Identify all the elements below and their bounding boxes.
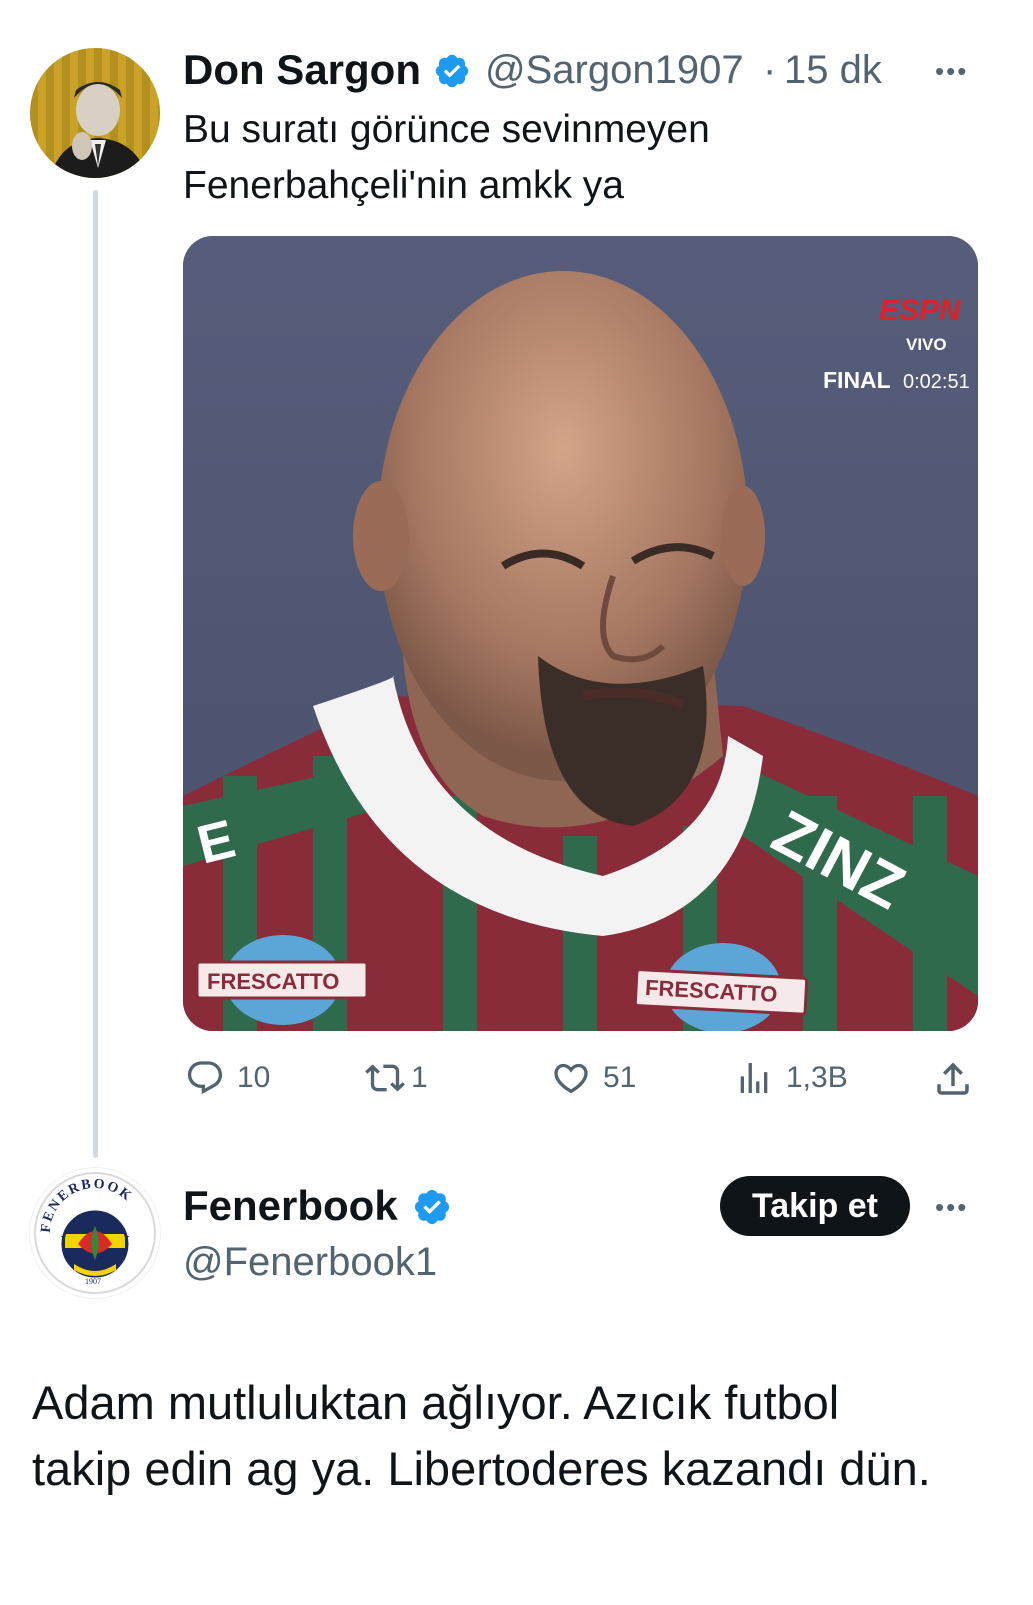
tweet-text-line1: Bu suratı görünce sevinmeyen — [183, 108, 710, 151]
reply-more-options-icon[interactable]: ••• — [935, 1192, 968, 1223]
logo-year: 1907 — [85, 1277, 101, 1286]
author-handle[interactable]: @Sargon1907 — [485, 44, 744, 96]
like-button[interactable]: 51 — [551, 1058, 636, 1098]
tweet-text-line2: Fenerbahçeli'nin amkk ya — [183, 164, 624, 207]
heart-icon — [554, 1063, 588, 1094]
final-label: FINAL — [823, 367, 891, 393]
retweet-count: 1 — [411, 1061, 428, 1094]
retweet-button[interactable]: 1 — [365, 1058, 428, 1098]
tweet-time[interactable]: 15 dk — [784, 44, 882, 96]
sponsor-left: FRESCATTO — [207, 969, 339, 994]
fenerbook-avatar[interactable]: FENERBOOK ★ ★ 1907 — [30, 1168, 160, 1298]
author-name[interactable]: Don Sargon — [183, 44, 421, 96]
time-separator: · — [763, 48, 777, 92]
follow-button[interactable]: Takip et — [720, 1176, 910, 1236]
fenerbook-name[interactable]: Fenerbook — [183, 1180, 398, 1232]
reply-count: 10 — [237, 1061, 271, 1094]
share-icon — [937, 1062, 969, 1095]
reply-text-line2: takip edin ag ya. Libertoderes kazandı d… — [32, 1442, 931, 1495]
fenerbook-handle[interactable]: @Fenerbook1 — [183, 1236, 437, 1288]
views-count: 1,3B — [786, 1061, 848, 1094]
views-icon — [740, 1063, 768, 1093]
more-options-icon[interactable]: ••• — [935, 56, 968, 87]
broadcaster-logo: ESPN — [879, 294, 962, 327]
tweet-media-image[interactable]: E ZINZ FRESCATTO FRESCATTO ESPN VIVO FIN… — [183, 236, 978, 1031]
live-label: VIVO — [906, 335, 947, 354]
thread-line — [93, 190, 98, 1158]
views-button[interactable]: 1,3B — [734, 1058, 848, 1098]
reply-text-line1: Adam mutluluktan ağlıyor. Azıcık futbol — [32, 1376, 840, 1429]
verified-badge-icon — [435, 54, 469, 88]
like-count: 51 — [603, 1061, 637, 1094]
media-photo: E ZINZ FRESCATTO FRESCATTO ESPN VIVO FIN… — [183, 236, 978, 1031]
retweet-icon — [365, 1064, 405, 1092]
author-avatar[interactable] — [30, 48, 160, 178]
match-clock: 0:02:51 — [903, 371, 970, 393]
share-button[interactable] — [932, 1058, 974, 1100]
reply-text: Adam mutluluktan ağlıyor. Azıcık futbol … — [32, 1370, 1012, 1502]
verified-badge-icon — [414, 1189, 450, 1225]
reply-icon — [187, 1061, 223, 1095]
tweet-text: Bu suratı görünce sevinmeyen Fenerbahçel… — [183, 102, 963, 214]
reply-button[interactable]: 10 — [185, 1058, 270, 1098]
